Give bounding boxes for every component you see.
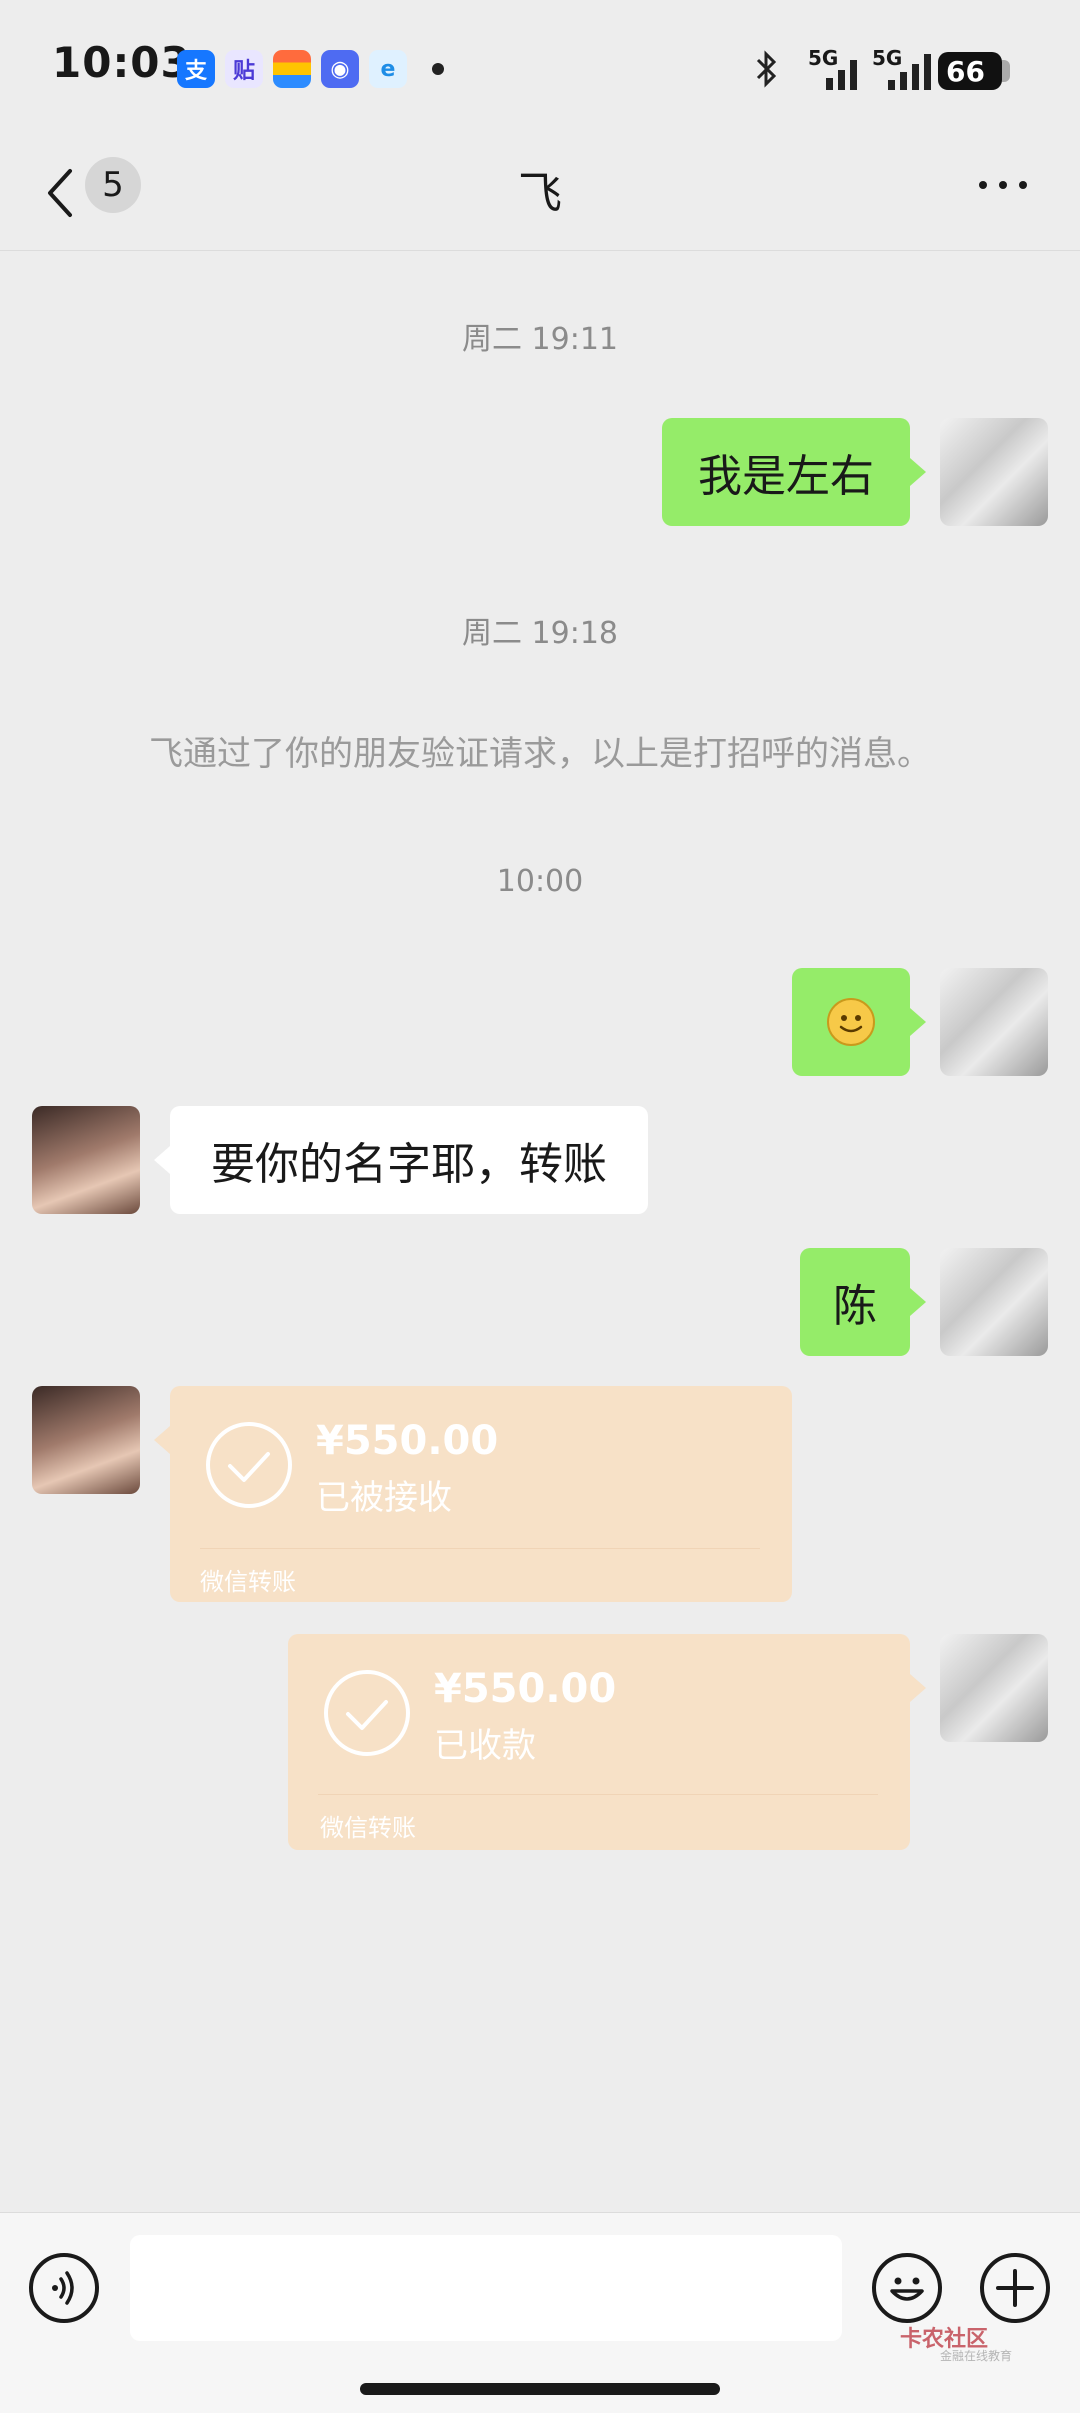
status-bar: 10:03 支 贴 ◉ e 5G 5G 66 [0, 0, 1080, 135]
battery-cap [1002, 60, 1010, 82]
signal-1-icon [826, 78, 833, 90]
timestamp: 10:00 [496, 864, 584, 899]
more-notifications-icon [432, 63, 444, 75]
bluetooth-icon [756, 50, 777, 88]
transfer-label: 微信转账 [200, 1568, 296, 1596]
transfer-label: 微信转账 [320, 1814, 416, 1842]
bubble-tail [910, 458, 926, 486]
signal-2-bar [912, 64, 919, 90]
bubble-tail [910, 1008, 926, 1036]
message-input[interactable] [130, 2235, 842, 2341]
transfer-card[interactable]: ¥550.00 已被接收 微信转账 [170, 1386, 792, 1602]
divider [318, 1794, 878, 1795]
emoji-icon [890, 2277, 924, 2301]
transfer-status: 已收款 [434, 1726, 536, 1766]
more-options-icon[interactable] [975, 175, 1035, 195]
alipay-icon: 支 [177, 50, 215, 88]
network-label-1: 5G [808, 46, 839, 70]
divider [200, 1548, 760, 1549]
message-text: 要你的名字耶，转账 [211, 1139, 607, 1190]
sent-emoji-bubble[interactable] [792, 968, 910, 1076]
bubble-tail [154, 1426, 170, 1454]
transfer-amount: ¥550.00 [434, 1666, 617, 1712]
check-circle-icon [324, 1670, 410, 1756]
browser-icon: e [369, 50, 407, 88]
back-icon[interactable] [40, 163, 80, 223]
sent-message-bubble[interactable]: 我是左右 [662, 418, 910, 526]
signal-2-bar [900, 72, 907, 90]
network-label-2: 5G [872, 46, 903, 70]
unread-count-badge[interactable]: 5 [85, 157, 141, 213]
contact-avatar[interactable] [32, 1106, 140, 1214]
wallet-icon [273, 50, 311, 88]
watermark-subtitle: 金融在线教育 [940, 2349, 1013, 2363]
more-functions-button[interactable] [980, 2253, 1050, 2323]
battery-level: 66 [946, 54, 985, 88]
signal-2-bar [924, 54, 931, 90]
home-indicator[interactable] [360, 2383, 720, 2395]
my-avatar[interactable] [940, 1248, 1048, 1356]
status-time: 10:03 [52, 38, 191, 87]
signal-1-bar [850, 60, 857, 90]
bubble-tail [910, 1288, 926, 1316]
my-avatar[interactable] [940, 418, 1048, 526]
check-circle-icon [206, 1422, 292, 1508]
emoji-button[interactable] [872, 2253, 942, 2323]
received-message-bubble[interactable]: 要你的名字耶，转账 [170, 1106, 648, 1214]
chat-title: 飞 [518, 168, 562, 219]
transfer-status: 已被接收 [316, 1478, 452, 1518]
my-avatar[interactable] [940, 968, 1048, 1076]
signal-2-icon [888, 80, 895, 90]
bubble-tail [910, 1674, 926, 1702]
tieba-icon: 贴 [225, 50, 263, 88]
voice-input-button[interactable] [29, 2253, 99, 2323]
timestamp: 周二 19:11 [462, 322, 618, 357]
message-text: 陈 [833, 1281, 877, 1332]
bubble-tail [154, 1146, 170, 1174]
voice-icon [52, 2271, 74, 2305]
transfer-amount: ¥550.00 [316, 1418, 499, 1464]
smile-emoji-icon [827, 998, 875, 1046]
contact-avatar[interactable] [32, 1386, 140, 1494]
sent-message-bubble[interactable]: 陈 [800, 1248, 910, 1356]
battery-icon: 66 [938, 52, 1002, 90]
timestamp: 周二 19:18 [462, 616, 618, 651]
transfer-card[interactable]: ¥550.00 已收款 微信转账 [288, 1634, 910, 1850]
chat-header: 5 飞 [0, 135, 1080, 251]
message-text: 我是左右 [698, 451, 874, 502]
plus-icon [996, 2269, 1034, 2307]
signal-1-bar [838, 70, 845, 90]
system-message: 飞通过了你的朋友验证请求，以上是打招呼的消息。 [149, 734, 931, 774]
input-bar: 卡农社区 金融在线教育 [0, 2212, 1080, 2413]
my-avatar[interactable] [940, 1634, 1048, 1742]
chat-app-icon: ◉ [321, 50, 359, 88]
